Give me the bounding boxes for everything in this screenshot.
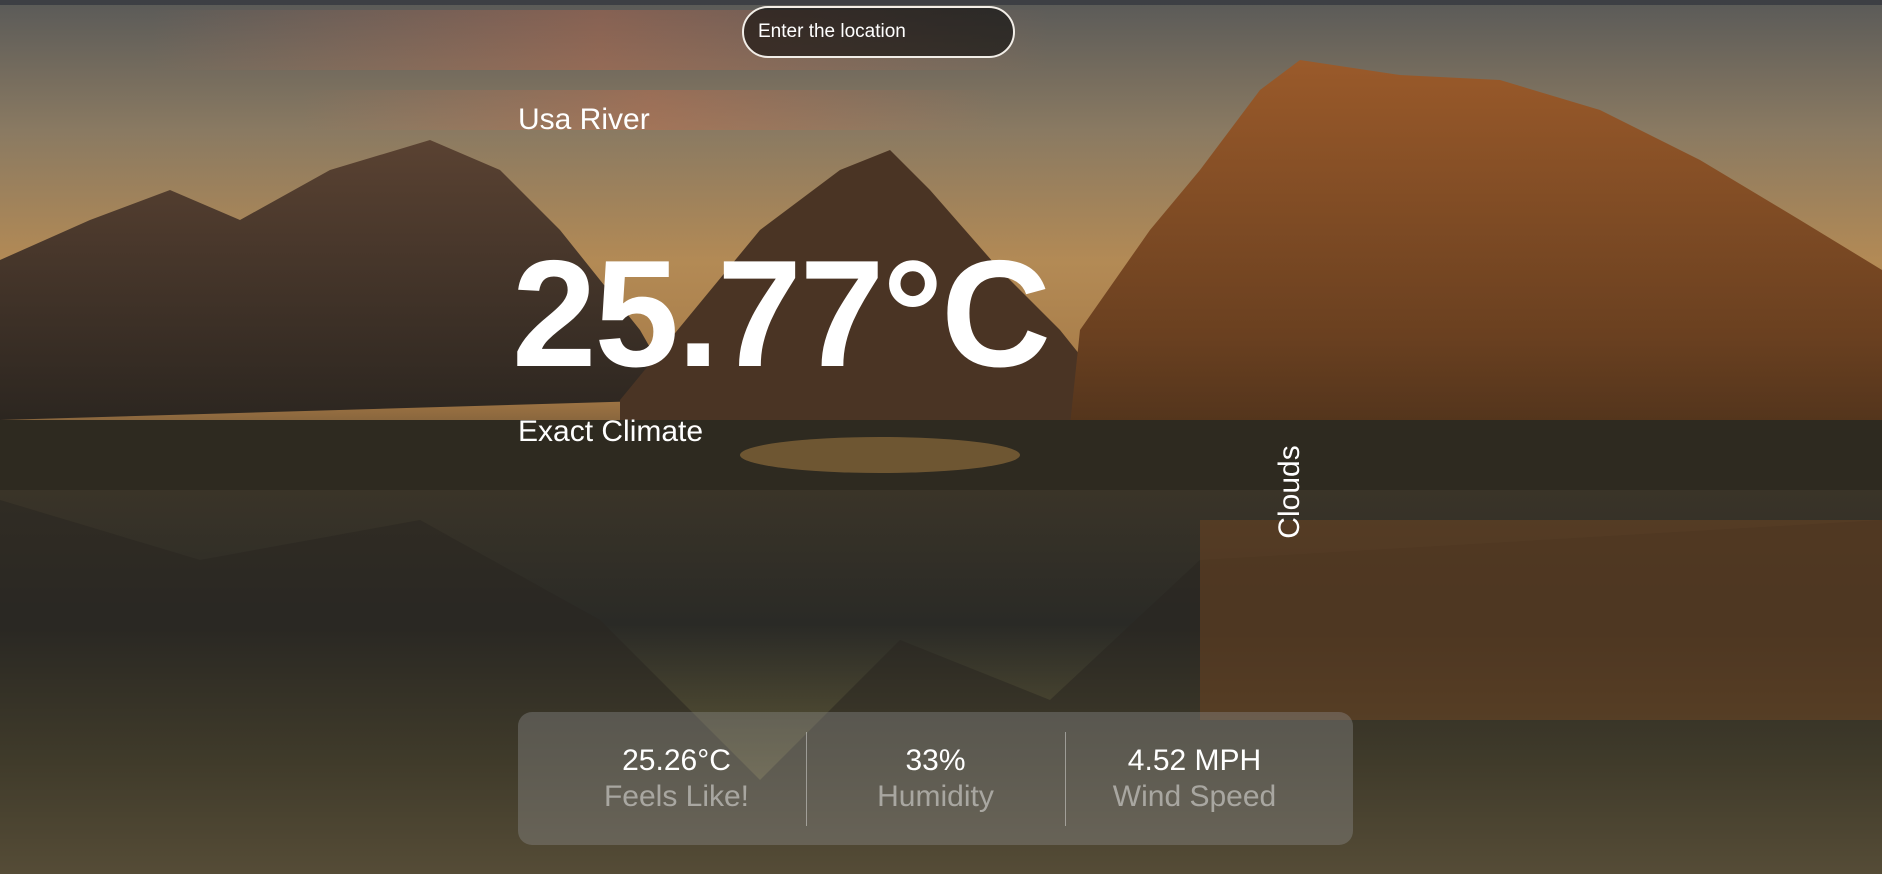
weather-condition: Clouds [1270,442,1310,542]
location-search-input[interactable] [742,6,1015,58]
feels-like-stat: 25.26°C Feels Like! [548,743,806,815]
humidity-label: Humidity [877,779,994,813]
weather-app: Usa River 25.77°C Exact Climate Clouds 2… [0,0,1882,874]
wind-speed-stat: 4.52 MPH Wind Speed [1066,743,1324,815]
location-search [742,6,1015,58]
humidity-value: 33% [905,743,966,777]
browser-top-edge [0,0,1882,5]
current-temperature: 25.77°C [512,229,1051,399]
weather-condition-text: Clouds [1273,445,1306,539]
location-name: Usa River [518,103,650,136]
humidity-stat: 33% Humidity [807,743,1065,815]
weather-stats-panel: 25.26°C Feels Like! 33% Humidity 4.52 MP… [518,712,1353,845]
wind-speed-label: Wind Speed [1112,779,1277,813]
climate-description: Exact Climate [518,415,704,448]
feels-like-label: Feels Like! [603,779,750,813]
feels-like-value: 25.26°C [622,743,731,777]
wind-speed-value: 4.52 MPH [1127,743,1262,777]
